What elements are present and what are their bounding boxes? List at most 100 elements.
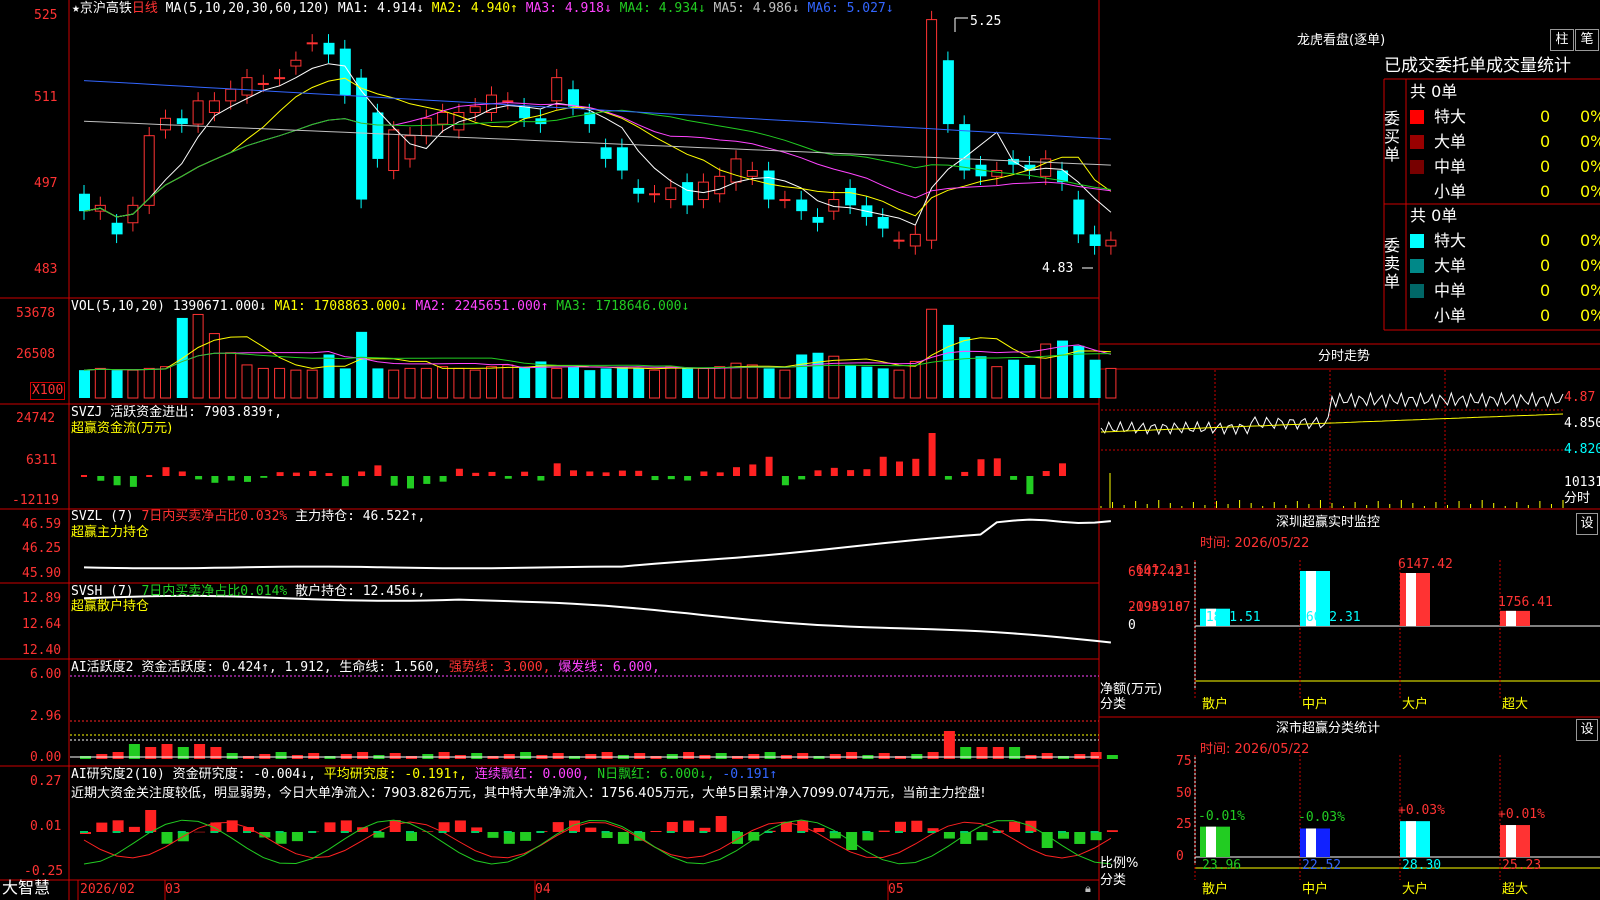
sell-count: 0 (1540, 256, 1551, 275)
intraday-tick-2: 4.850 (1564, 416, 1600, 431)
fund-flow-bar (928, 432, 936, 476)
vol-bar-up (388, 369, 400, 399)
sz-class-xcat: 分类 (1100, 873, 1127, 888)
buy-percent: 0% (1580, 107, 1600, 126)
candle-body-up (404, 135, 416, 160)
svzl-sub: 超赢主力持仓 (71, 525, 150, 540)
vol-bar-up (649, 369, 660, 399)
candle-body-up (697, 181, 709, 201)
svzl-tick-1: 46.59 (22, 517, 62, 532)
lock-icon[interactable]: 🔒︎ (1085, 881, 1091, 897)
vol-bar-down (79, 370, 90, 398)
ai-active-header: AI活跃度2 资金活跃度: 0.424↑, 1.912, 生命线: 1.560,… (71, 660, 660, 676)
tick-mode-button[interactable]: 笔 (1575, 29, 1599, 51)
ai-research-tick-1: 0.27 (30, 774, 62, 789)
fund-flow-bar (162, 467, 170, 476)
ai-active-value: 资金活跃度: 0.424↑, 1.912, 生命线: 1.560, (141, 660, 441, 675)
fund-flow-bar (439, 476, 447, 482)
fund-flow-bar (260, 476, 268, 478)
fund-flow-bar (716, 472, 724, 476)
vol-unit: X100 (30, 382, 66, 400)
sz-monitor-ylabel: 净额(万元) (1100, 682, 1163, 697)
candle-body-up (257, 82, 269, 85)
ma-params: MA(5,10,20,30,60,120) (165, 1, 331, 16)
bar-mode-button[interactable]: 柱 (1550, 29, 1574, 51)
lhkp-title: 龙虎看盘(逐单) (1297, 33, 1386, 48)
svzl-pct: 7日内买卖净占比0.032% (141, 509, 288, 524)
candle-body-down (568, 89, 579, 107)
sell-row-4: 小单 0 0% (1410, 307, 1600, 325)
sz-monitor-bar-highlight (1406, 573, 1416, 626)
ai-research-comment: 近期大资金关注度较低，明显弱势，今日大单净流入：7903.826万元，其中特大单… (71, 786, 986, 801)
sz-class-tick: 25 (1176, 817, 1192, 833)
ai-research-title: AI研究度2(10) (71, 767, 165, 782)
vol-ma2: MA2: 2245651.000↑ (415, 299, 549, 314)
vol-bar-down (356, 331, 368, 398)
sell-percent: 0% (1580, 256, 1600, 275)
fund-flow-bar (977, 459, 985, 476)
high-price-label: 5.25 (970, 14, 1002, 29)
vol-bar-up (779, 369, 791, 399)
vol-bar-up (469, 369, 481, 399)
candle-body-down (796, 199, 808, 212)
buy-label: 中单 (1434, 157, 1467, 176)
period-label[interactable]: 日线 (132, 1, 158, 16)
sz-monitor-settings-button[interactable]: 设 (1576, 513, 1598, 535)
y-tick-511: 511 (34, 90, 58, 105)
vol-bar-down (1057, 340, 1068, 398)
sz-class-settings-button[interactable]: 设 (1576, 719, 1598, 741)
research-bar (1106, 830, 1118, 832)
buy-percent: 0% (1580, 132, 1600, 151)
vol-ma-2 (83, 344, 1112, 371)
research-bar (487, 832, 499, 838)
fund-flow-bar (81, 475, 87, 477)
vol-bar-down (568, 366, 579, 398)
candle-body-up (388, 129, 400, 172)
vol-bar-down (877, 368, 889, 398)
sell-total: 共 0单 (1410, 206, 1458, 225)
sz-monitor-xcat: 分类 (1100, 697, 1127, 712)
fund-flow-bar (113, 476, 121, 486)
vol-bar-up (1105, 367, 1117, 399)
candle-body-down (682, 182, 694, 206)
sz-class-category: 中户 (1302, 882, 1329, 897)
vol-bar-down (372, 368, 384, 398)
sz-class-change-label: -0.03% (1298, 810, 1345, 826)
sell-count: 0 (1540, 231, 1551, 250)
sz-class-bar-highlight (1206, 826, 1216, 857)
active-bar (715, 753, 727, 759)
vol-bar-up (746, 364, 758, 399)
vol-ma3: MA3: 1718646.000↓ (556, 299, 690, 314)
fund-flow-bar (700, 471, 708, 476)
fund-flow-bar (553, 463, 561, 476)
fund-flow-bar (733, 467, 740, 476)
vol-bar-down (1024, 364, 1036, 398)
ai-research-tick-2: 0.01 (30, 819, 62, 834)
vol-bar-down (959, 337, 971, 398)
buy-count: 0 (1540, 132, 1551, 151)
sz-monitor-value-label: -1891.51 (1198, 610, 1261, 625)
chart-canvas[interactable] (0, 0, 1600, 900)
stock-name[interactable]: ★京沪高铁 (72, 1, 132, 16)
intraday-price-line (1100, 391, 1564, 436)
fund-flow-bar (586, 471, 594, 476)
buy-percent: 0% (1580, 182, 1600, 201)
fund-flow-bar (635, 470, 643, 476)
fund-flow-bar (521, 471, 529, 476)
research-bar (617, 832, 629, 844)
sell-side-label: 委卖单 (1384, 236, 1401, 291)
fund-flow-bar (814, 470, 822, 476)
research-bar (161, 832, 173, 844)
ai-research-r2: 平均研究度: -0.191↑, (323, 767, 468, 782)
active-bar (226, 753, 238, 759)
vol-bar-down (339, 368, 351, 398)
intraday-tick-5: 分时 (1564, 491, 1591, 506)
sz-monitor-category: 大户 (1402, 697, 1429, 712)
vol-bar-down (323, 354, 335, 398)
sz-monitor-category: 超大 (1502, 697, 1529, 712)
active-bar (438, 752, 450, 759)
fund-flow-bar (97, 476, 105, 481)
vol-bar-down (975, 356, 987, 398)
intraday-tick-4: 10131 (1564, 475, 1600, 490)
vol-bar-up (290, 369, 302, 399)
